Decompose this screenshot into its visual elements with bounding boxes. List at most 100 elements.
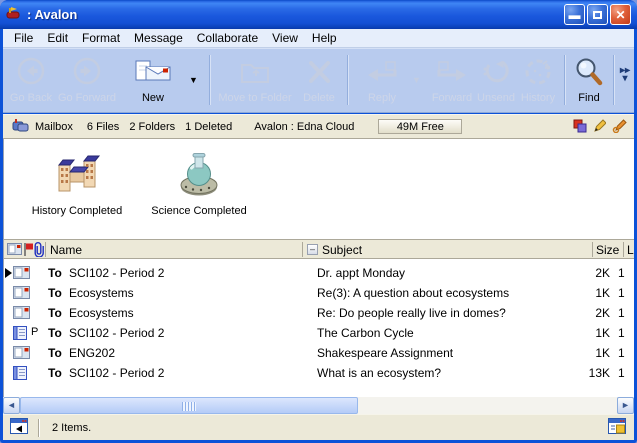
- close-button[interactable]: ✕: [610, 4, 631, 25]
- to-label: To: [48, 326, 62, 340]
- scrollbar-thumb[interactable]: [20, 397, 358, 414]
- column-separator[interactable]: [592, 242, 593, 257]
- scroll-left-button[interactable]: ◄: [3, 397, 20, 414]
- column-header-subject[interactable]: Subject: [322, 243, 362, 257]
- to-label: To: [48, 286, 62, 300]
- reply-button[interactable]: Reply: [355, 54, 409, 104]
- document-icon: [13, 366, 27, 383]
- find-button[interactable]: Find: [568, 54, 610, 104]
- row-name: SCI102 - Period 2: [69, 366, 164, 380]
- folders-count: 2 Folders: [129, 121, 175, 133]
- scroll-right-button[interactable]: ►: [617, 397, 634, 414]
- toolbar-separator: [613, 55, 615, 105]
- row-date-truncated: 1: [618, 326, 632, 340]
- unsend-button[interactable]: Unsend: [475, 54, 517, 104]
- message-icon: [13, 306, 30, 322]
- menu-file[interactable]: File: [7, 29, 40, 47]
- menu-collaborate[interactable]: Collaborate: [190, 29, 265, 47]
- menu-help[interactable]: Help: [305, 29, 344, 47]
- menu-view[interactable]: View: [265, 29, 305, 47]
- reply-icon: [355, 54, 409, 90]
- reply-dropdown-arrow[interactable]: ▼: [412, 75, 421, 85]
- forward-button[interactable]: Forward: [427, 54, 477, 104]
- key-pencil-icon[interactable]: [612, 118, 628, 136]
- row-name: Ecosystems: [69, 306, 134, 320]
- toolbar-overflow-chevron[interactable]: ▸▸▾: [620, 67, 630, 83]
- free-space-indicator: 49M Free: [378, 119, 462, 134]
- statusbar-separator: [38, 419, 40, 437]
- horizontal-scrollbar[interactable]: ◄ ►: [3, 397, 634, 414]
- row-subject: The Carbon Cycle: [317, 326, 414, 340]
- toolbar-separator: [347, 55, 349, 105]
- row-subject: Shakespeare Assignment: [317, 346, 453, 360]
- new-message-icon: [125, 54, 181, 90]
- color-flags-icon[interactable]: [573, 119, 587, 136]
- message-row[interactable]: To SCI102 - Period 2 Dr. appt Monday 2K …: [4, 263, 634, 283]
- new-button[interactable]: New: [125, 54, 181, 104]
- history-globe-icon: [515, 54, 561, 90]
- toolbar-separator: [209, 55, 211, 105]
- row-size: 2K: [556, 306, 610, 320]
- pencil-icon[interactable]: [593, 118, 606, 136]
- maximize-button[interactable]: [587, 4, 608, 25]
- app-window: : Avalon ▬ ✕ File Edit Format Message Co…: [0, 0, 637, 443]
- menu-message[interactable]: Message: [127, 29, 190, 47]
- account-name: Avalon : Edna Cloud: [254, 121, 354, 133]
- menu-edit[interactable]: Edit: [40, 29, 75, 47]
- move-to-folder-button[interactable]: Move to Folder: [215, 54, 295, 104]
- history-button[interactable]: History: [515, 54, 561, 104]
- go-forward-button[interactable]: Go Forward: [57, 54, 117, 104]
- header-flag-icon[interactable]: [23, 242, 34, 260]
- title-bar[interactable]: : Avalon ▬ ✕: [0, 0, 637, 29]
- message-row[interactable]: To Ecosystems Re: Do people really live …: [4, 303, 634, 323]
- delete-x-icon: [295, 54, 343, 90]
- to-label: To: [48, 366, 62, 380]
- pane-toggle-left-icon[interactable]: [10, 418, 28, 437]
- document-icon: [13, 326, 27, 343]
- minimize-button[interactable]: ▬: [564, 4, 585, 25]
- header-message-icon[interactable]: [7, 243, 22, 258]
- menu-format[interactable]: Format: [75, 29, 127, 47]
- row-name: Ecosystems: [69, 286, 134, 300]
- status-bar: 2 Items.: [3, 414, 634, 440]
- row-size: 1K: [556, 346, 610, 360]
- toolbar: Go Back Go Forward New ▼: [3, 48, 634, 113]
- shortcut-label: History Completed: [22, 205, 132, 217]
- current-item-marker: [5, 268, 12, 278]
- to-label: To: [48, 266, 62, 280]
- info-bar: Mailbox 6 Files 2 Folders 1 Deleted Aval…: [3, 114, 634, 139]
- row-name: SCI102 - Period 2: [69, 266, 164, 280]
- document-row[interactable]: P To SCI102 - Period 2 The Carbon Cycle …: [4, 323, 634, 343]
- column-separator[interactable]: [623, 242, 624, 257]
- app-mailbox-icon: [6, 4, 22, 25]
- row-date-truncated: 1: [618, 346, 632, 360]
- subject-collapse-box[interactable]: –: [307, 244, 318, 255]
- column-separator[interactable]: [45, 242, 46, 257]
- go-back-button[interactable]: Go Back: [5, 54, 57, 104]
- new-dropdown-arrow[interactable]: ▼: [189, 75, 198, 85]
- go-forward-icon: [57, 54, 117, 90]
- shortcut-history-completed[interactable]: History Completed: [22, 147, 132, 217]
- row-date-truncated: 1: [618, 306, 632, 320]
- mailbox-icon: [12, 117, 29, 136]
- deleted-count: 1 Deleted: [185, 121, 232, 133]
- flask-icon: [144, 147, 254, 199]
- row-name: ENG202: [69, 346, 115, 360]
- document-row[interactable]: To SCI102 - Period 2 What is an ecosyste…: [4, 363, 634, 383]
- go-back-icon: [5, 54, 57, 90]
- row-size: 1K: [556, 286, 610, 300]
- message-row[interactable]: To Ecosystems Re(3): A question about ec…: [4, 283, 634, 303]
- to-label: To: [48, 346, 62, 360]
- shortcut-science-completed[interactable]: Science Completed: [144, 147, 254, 217]
- column-header-name[interactable]: Name: [50, 243, 82, 257]
- pane-toggle-right-icon[interactable]: [608, 418, 626, 437]
- row-name: SCI102 - Period 2: [69, 326, 164, 340]
- delete-button[interactable]: Delete: [295, 54, 343, 104]
- header-attachment-icon[interactable]: [34, 242, 44, 260]
- column-header-size[interactable]: Size: [596, 243, 619, 257]
- row-size: 13K: [556, 366, 610, 380]
- message-row[interactable]: To ENG202 Shakespeare Assignment 1K 1: [4, 343, 634, 363]
- column-separator[interactable]: [302, 242, 303, 257]
- message-icon: [13, 286, 30, 302]
- column-header-truncated[interactable]: L: [627, 243, 635, 257]
